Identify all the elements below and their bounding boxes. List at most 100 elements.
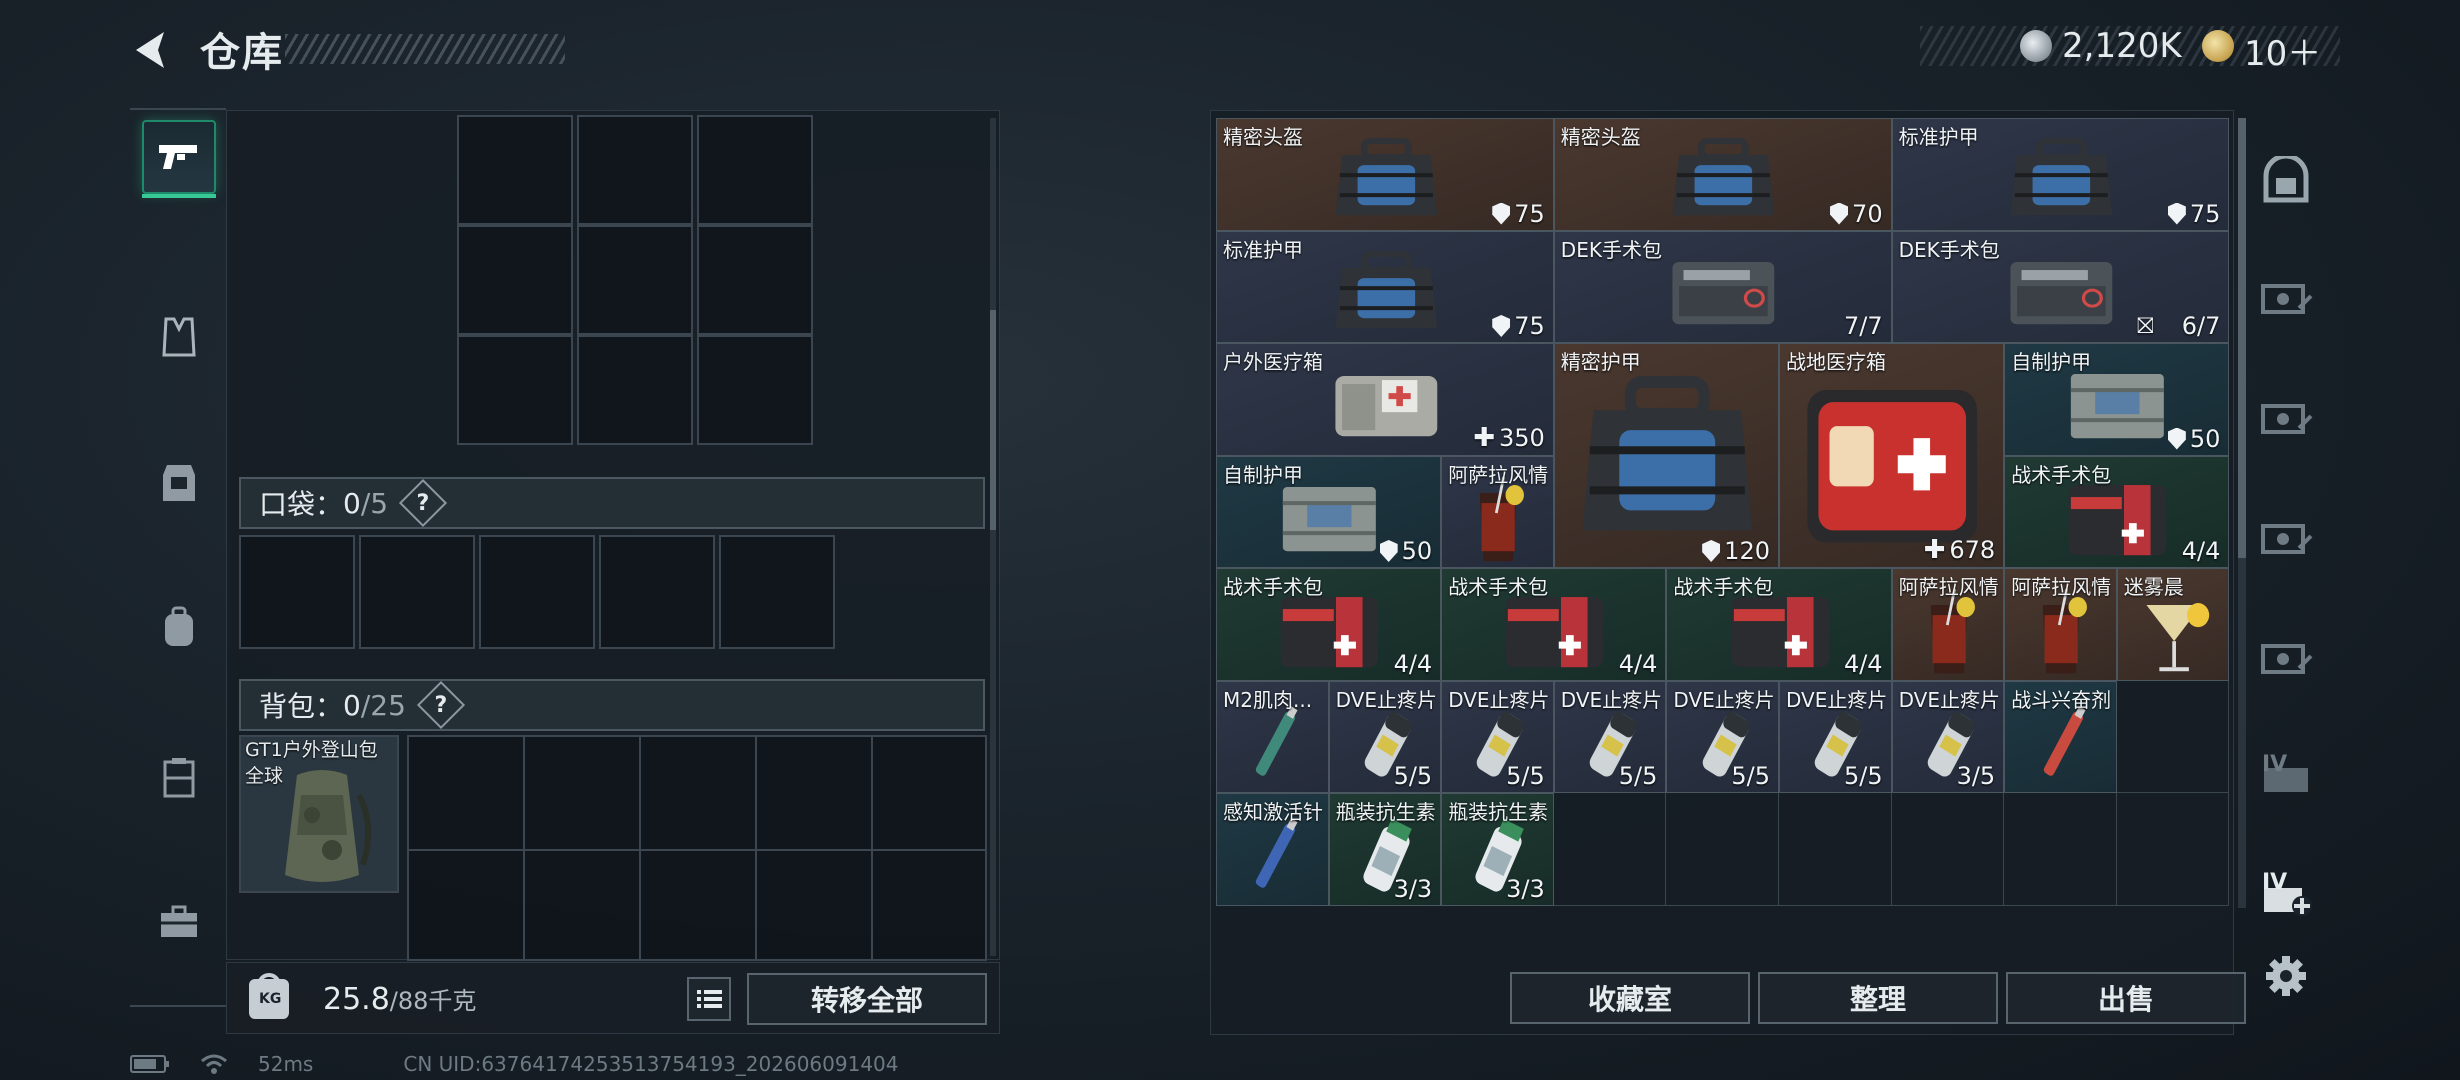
inventory-item[interactable]: 自制护甲 50 [2004, 343, 2230, 456]
left-scrollbar-thumb[interactable] [990, 310, 996, 530]
vehicle-tier-add-button[interactable]: IV [2256, 868, 2316, 924]
empty-slot[interactable] [1666, 793, 1779, 906]
tab-backpack[interactable] [142, 590, 216, 664]
vehicle-tier-1-button[interactable] [2256, 268, 2316, 324]
vehicle-tier-3-button[interactable] [2256, 508, 2316, 564]
pocket-slot[interactable] [599, 535, 715, 649]
inventory-item[interactable]: DVE止疼片 5/5 [1441, 680, 1554, 793]
chest-slot[interactable] [577, 225, 693, 335]
inventory-item[interactable]: DEK手术包 ⛝ 6/7 [1891, 230, 2230, 343]
vehicle-tier-5-button[interactable]: IV [2256, 748, 2316, 804]
inventory-item[interactable]: 阿萨拉风情 [1891, 568, 2005, 681]
chest-slot[interactable] [457, 225, 573, 335]
chest-slot[interactable] [457, 335, 573, 445]
inventory-item[interactable]: DVE止疼片 5/5 [1553, 680, 1667, 793]
pocket-slot[interactable] [479, 535, 595, 649]
pocket-slot[interactable] [719, 535, 835, 649]
redbox-item-icon [1807, 390, 1978, 543]
chest-slot[interactable] [577, 335, 693, 445]
vehicle-tier-2-button[interactable] [2256, 388, 2316, 444]
inventory-item[interactable]: 阿萨拉风情 [1441, 455, 1554, 568]
item-value-text: 70 [1852, 199, 1883, 228]
list-view-button[interactable] [687, 977, 731, 1021]
pistol-icon [159, 145, 197, 169]
vehicle-tier-2-icon [2261, 404, 2313, 434]
inventory-item[interactable]: 标准护甲 75 [1891, 118, 2230, 231]
inventory-item[interactable]: 迷雾晨 [2116, 568, 2230, 681]
item-value: 75 [1492, 312, 1545, 340]
item-name: 瓶装抗生素 [1335, 800, 1436, 824]
safe-button[interactable] [2256, 152, 2316, 208]
chest-slot[interactable] [577, 115, 693, 225]
empty-slot[interactable] [2004, 793, 2117, 906]
pocket-help-icon[interactable]: ? [399, 478, 448, 528]
item-name: 精密头盔 [1560, 125, 1641, 149]
inventory-item[interactable]: DVE止疼片 3/5 [1891, 680, 2005, 793]
item-name: DVE止疼片 [1786, 687, 1888, 712]
backpack-icon [165, 606, 193, 646]
equipped-backpack[interactable]: GT1户外登山包 全球 [239, 735, 399, 893]
chest-slot[interactable] [697, 115, 813, 225]
tab-vest[interactable] [142, 300, 216, 374]
collection-room-button[interactable]: 收藏室 [1510, 972, 1750, 1024]
item-value-text: 5/5 [1731, 762, 1770, 790]
empty-slot[interactable] [1891, 793, 2005, 906]
inventory-item[interactable]: 户外医疗箱 ✚ 350 [1216, 343, 1554, 456]
inventory-item[interactable]: 精密头盔 70 [1553, 118, 1892, 231]
inventory-item[interactable]: DVE止疼片 5/5 [1666, 680, 1779, 793]
right-scrollbar-thumb[interactable] [2238, 118, 2246, 558]
weight-max: /88千克 [389, 987, 477, 1015]
chest-slot[interactable] [697, 225, 813, 335]
sell-button[interactable]: 出售 [2006, 972, 2246, 1024]
inventory-item[interactable]: DVE止疼片 5/5 [1779, 680, 1892, 793]
item-value-text: 5/5 [1843, 762, 1883, 790]
vehicle-tier-4-button[interactable] [2256, 628, 2316, 684]
left-scrollbar[interactable] [990, 118, 996, 956]
inventory-item[interactable]: 战术手术包 4/4 [1666, 568, 1892, 681]
back-button[interactable] [128, 26, 176, 74]
inventory-item[interactable]: 战斗兴奋剂 [2004, 680, 2117, 793]
backpack-grid[interactable] [407, 735, 987, 961]
item-value: ✚ 350 [1473, 423, 1545, 453]
inventory-item[interactable]: 战术手术包 4/4 [1441, 568, 1667, 681]
status-footer: 52ms CN UID:637641742535137541​93_202606… [130, 1052, 899, 1076]
item-name: 标准护甲 [1898, 125, 1979, 149]
inventory-item[interactable]: M2肌肉... [1216, 680, 1329, 793]
inventory-item[interactable]: 精密护甲 120 [1553, 343, 1779, 568]
tab-case[interactable] [142, 885, 216, 959]
inventory-item[interactable]: DVE止疼片 5/5 [1328, 680, 1442, 793]
inventory-item[interactable]: 战术手术包 4/4 [1216, 568, 1442, 681]
inventory-item[interactable]: 瓶装抗生素 3/3 [1441, 793, 1554, 906]
item-value-text: 50 [1401, 537, 1433, 565]
item-name: 战术手术包 [1448, 575, 1549, 599]
weight-bar: KG 25.8/88千克 转移全部 [226, 962, 1000, 1034]
inventory-item[interactable]: DEK手术包 7/7 [1553, 230, 1892, 343]
item-name: 战术手术包 [2011, 462, 2112, 487]
settings-button[interactable] [2256, 948, 2316, 1004]
chest-slot[interactable] [697, 335, 813, 445]
empty-slot[interactable] [1553, 793, 1667, 906]
chest-slot[interactable] [457, 115, 573, 225]
empty-slot[interactable] [2116, 680, 2230, 793]
backpack-help-icon[interactable]: ? [416, 680, 465, 730]
sort-button[interactable]: 整理 [1758, 972, 1998, 1024]
tab-weapons[interactable] [142, 120, 216, 198]
empty-slot[interactable] [1779, 793, 1892, 906]
inventory-item[interactable]: 瓶装抗生素 3/3 [1328, 793, 1442, 906]
inventory-item[interactable]: 战地医疗箱 ✚ 678 [1779, 343, 2005, 568]
inventory-item[interactable]: 精密头盔 75 [1216, 118, 1554, 231]
tab-armor[interactable] [142, 445, 216, 519]
inventory-item[interactable]: 标准护甲 75 [1216, 230, 1554, 343]
inventory-item[interactable]: 感知激活针 [1216, 793, 1329, 906]
transfer-all-button[interactable]: 转移全部 [747, 973, 987, 1025]
item-value-text: 5/5 [1506, 762, 1545, 790]
empty-slot[interactable] [2116, 793, 2230, 906]
inventory-item[interactable]: 阿萨拉风情 [2004, 568, 2117, 681]
inventory-item[interactable]: 自制护甲 50 [1216, 455, 1442, 568]
pocket-slot[interactable] [239, 535, 355, 649]
tab-container[interactable] [142, 740, 216, 814]
weight-value: 25.8 [323, 982, 390, 1017]
item-value-text: 50 [2189, 424, 2221, 453]
inventory-item[interactable]: 战术手术包 4/4 [2004, 455, 2230, 568]
pocket-slot[interactable] [359, 535, 475, 649]
